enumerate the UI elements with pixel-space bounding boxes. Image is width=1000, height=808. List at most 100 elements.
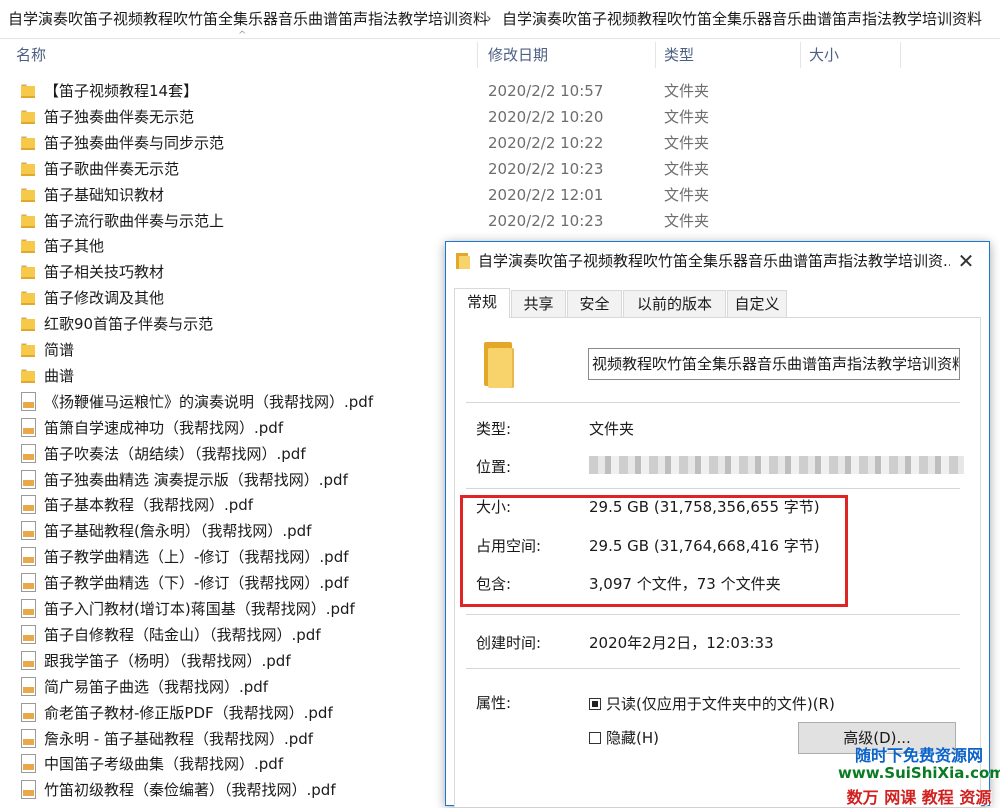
tab-general[interactable]: 常规 <box>454 288 510 318</box>
watermark-url: www.SuiShiXia.com <box>838 764 1000 782</box>
tab-sharing[interactable]: 共享 <box>511 290 566 317</box>
pdf-file-icon <box>21 391 36 411</box>
divider <box>466 668 960 669</box>
file-row[interactable]: 笛子流行歌曲伴奏与示范上 2020/2/2 10:23 文件夹 <box>0 208 1000 234</box>
location-value-redacted <box>589 456 964 474</box>
highlight-box <box>460 495 848 607</box>
file-type: 文件夹 <box>664 107 710 126</box>
breadcrumb-segment-parent[interactable]: 自学演奏吹笛子视频教程吹竹笛全集乐器音乐曲谱笛声指法教学培训资料 <box>8 0 488 38</box>
folder-icon <box>21 265 35 280</box>
file-name: 红歌90首笛子伴奏与示范 <box>44 315 214 334</box>
pdf-file-icon <box>21 599 36 618</box>
column-divider[interactable] <box>800 42 801 68</box>
file-date: 2020/2/2 10:22 <box>488 133 604 152</box>
column-header-name[interactable]: 名称 <box>10 38 46 72</box>
file-name: 笛子独奏曲精选 演奏提示版（我帮找网）.pdf <box>44 470 348 489</box>
file-name: 笛箫自学速成神功（我帮找网）.pdf <box>44 418 284 437</box>
file-name: 简广易笛子曲选（我帮找网）.pdf <box>44 677 269 696</box>
file-row[interactable]: 【笛子视频教程14套】 2020/2/2 10:57 文件夹 <box>0 78 1000 104</box>
file-row[interactable]: 笛子独奏曲伴奏无示范 2020/2/2 10:20 文件夹 <box>0 104 1000 130</box>
pdf-file-icon <box>21 624 36 644</box>
folder-icon <box>21 239 35 254</box>
file-name: 笛子流行歌曲伴奏与示范上 <box>44 211 225 230</box>
file-date: 2020/2/2 10:23 <box>488 211 604 230</box>
file-name: 笛子自修教程（陆金山）（我帮找网）.pdf <box>44 625 321 644</box>
readonly-checkbox[interactable] <box>589 698 601 710</box>
file-row[interactable]: 笛子歌曲伴奏无示范 2020/2/2 10:23 文件夹 <box>0 156 1000 182</box>
file-type: 文件夹 <box>664 82 710 100</box>
column-divider[interactable] <box>477 42 478 68</box>
breadcrumb: 自学演奏吹笛子视频教程吹竹笛全集乐器音乐曲谱笛声指法教学培训资料 › 自学演奏吹… <box>0 0 1000 39</box>
folder-icon <box>21 317 35 332</box>
folder-icon <box>21 135 35 150</box>
file-name: 笛子独奏曲伴奏与同步示范 <box>44 133 225 152</box>
column-divider[interactable] <box>655 42 656 68</box>
file-date: 2020/2/2 10:23 <box>488 159 604 178</box>
file-name: 跟我学笛子（杨明）（我帮找网）.pdf <box>44 651 291 670</box>
tab-previous-versions[interactable]: 以前的版本 <box>623 290 726 317</box>
folder-icon <box>21 84 35 98</box>
sort-ascending-icon: ^ <box>238 30 247 41</box>
pdf-file-icon <box>21 728 36 748</box>
close-icon: ✕ <box>957 249 975 273</box>
folder-icon <box>21 187 35 202</box>
divider <box>466 488 960 489</box>
column-divider[interactable] <box>900 42 901 68</box>
file-name: 笛子其他 <box>44 237 105 256</box>
hidden-checkbox[interactable] <box>589 732 601 744</box>
type-label: 类型: <box>476 420 512 438</box>
breadcrumb-segment-current[interactable]: 自学演奏吹笛子视频教程吹竹笛全集乐器音乐曲谱笛声指法教学培训资料 <box>502 0 982 38</box>
pdf-file-icon <box>21 573 36 593</box>
file-name: 笛子基础教程(詹永明）（我帮找网）.pdf <box>44 522 312 541</box>
pdf-file-icon <box>21 676 36 696</box>
pdf-file-icon <box>21 754 36 774</box>
folder-icon <box>21 343 35 357</box>
type-value: 文件夹 <box>589 420 635 438</box>
pdf-file-icon <box>21 702 36 722</box>
file-name: 【笛子视频教程14套】 <box>44 82 199 100</box>
dialog-titlebar[interactable]: 自学演奏吹笛子视频教程吹竹笛全集乐器音乐曲谱笛声指法教学培训资... ✕ <box>446 242 989 280</box>
pdf-file-icon <box>21 650 36 670</box>
file-type: 文件夹 <box>664 211 710 230</box>
folder-icon <box>21 161 35 176</box>
hidden-label[interactable]: 隐藏(H) <box>606 728 659 748</box>
tab-customize[interactable]: 自定义 <box>727 290 787 317</box>
file-date: 2020/2/2 12:01 <box>488 185 604 204</box>
file-name: 俞老笛子教材-修正版PDF（我帮找网）.pdf <box>44 703 333 722</box>
watermark-line: 数万 网课 教程 资源 <box>846 788 992 807</box>
file-name: 中国笛子考级曲集（我帮找网）.pdf <box>44 755 284 774</box>
tab-security[interactable]: 安全 <box>567 290 622 317</box>
location-label: 位置: <box>476 458 512 476</box>
column-header-size[interactable]: 大小 <box>803 38 839 72</box>
chevron-right-icon: › <box>486 11 492 27</box>
folder-icon <box>21 109 35 124</box>
file-name: 笛子入门教材(增订本)蒋国基（我帮找网）.pdf <box>44 600 355 618</box>
folder-icon <box>21 368 35 383</box>
file-row[interactable]: 笛子基础知识教材 2020/2/2 12:01 文件夹 <box>0 182 1000 208</box>
close-button[interactable]: ✕ <box>943 242 989 280</box>
pdf-file-icon <box>21 521 36 541</box>
created-label: 创建时间: <box>476 634 542 652</box>
file-type: 文件夹 <box>664 159 710 178</box>
file-name: 曲谱 <box>44 366 75 385</box>
pdf-file-icon <box>21 780 36 800</box>
column-header-type[interactable]: 类型 <box>658 38 694 72</box>
file-name: 笛子修改调及其他 <box>44 289 165 308</box>
readonly-label[interactable]: 只读(仅应用于文件夹中的文件)(R) <box>606 694 835 714</box>
file-name: 笛子相关技巧教材 <box>44 263 165 282</box>
file-date: 2020/2/2 10:20 <box>488 107 604 126</box>
file-type: 文件夹 <box>664 133 710 152</box>
divider <box>466 402 960 403</box>
column-header-date[interactable]: 修改日期 <box>482 38 548 72</box>
watermark-line: 随时下免费资源网 <box>854 746 983 765</box>
folder-name-input[interactable]: 视频教程吹竹笛全集乐器音乐曲谱笛声指法教学培训资料 <box>588 348 960 380</box>
file-row[interactable]: 笛子独奏曲伴奏与同步示范 2020/2/2 10:22 文件夹 <box>0 130 1000 156</box>
pdf-file-icon <box>21 417 36 437</box>
folder-icon <box>484 342 514 388</box>
pdf-file-icon <box>21 443 36 463</box>
folder-icon <box>456 253 470 269</box>
file-name: 笛子吹奏法（胡结续）（我帮找网）.pdf <box>44 444 306 463</box>
file-date: 2020/2/2 10:57 <box>488 82 604 100</box>
pdf-file-icon <box>21 469 36 489</box>
folder-icon <box>21 291 35 306</box>
